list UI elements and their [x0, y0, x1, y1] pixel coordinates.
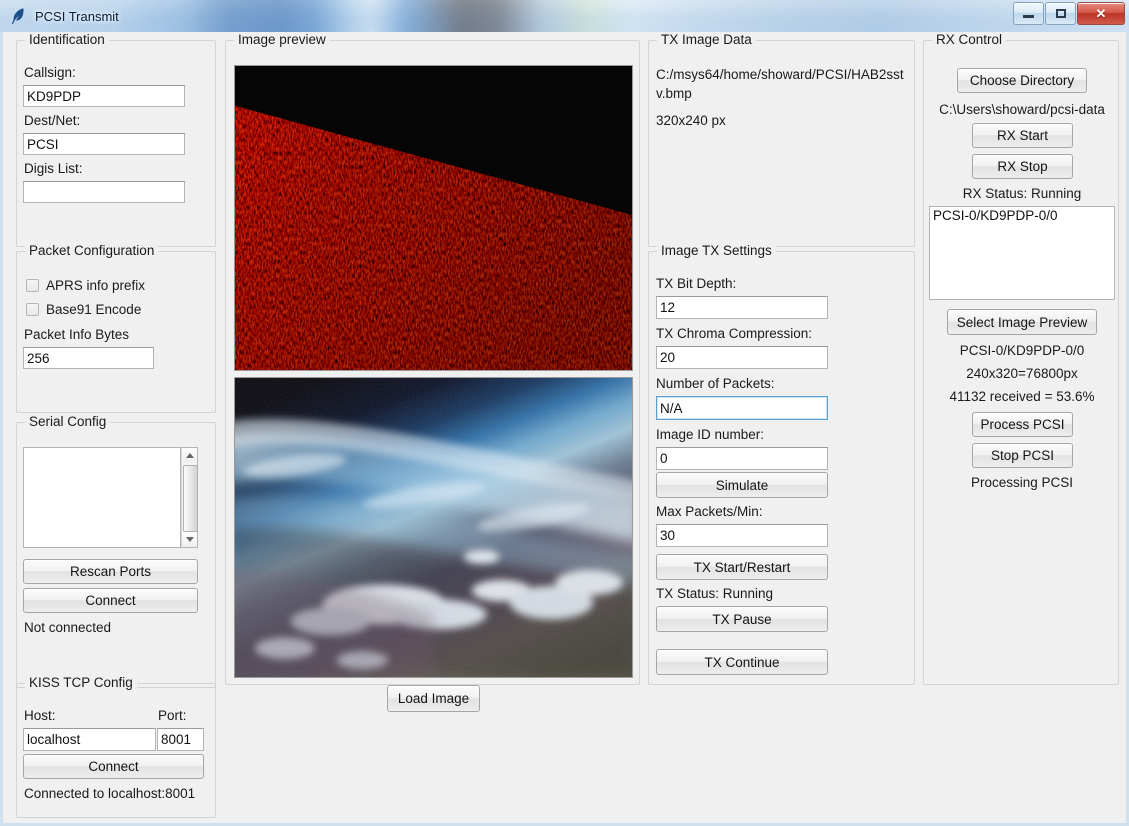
callsign-input[interactable] [23, 85, 185, 107]
host-label: Host: [24, 708, 56, 723]
number-of-packets-input[interactable] [656, 396, 828, 420]
simulate-button[interactable]: Simulate [656, 472, 828, 498]
tx-image-path: C:/msys64/home/showard/PCSI/HAB2sstv.bmp [656, 65, 908, 103]
scroll-down-icon[interactable] [182, 532, 197, 547]
maximize-icon [1056, 9, 1066, 18]
tx-continue-button[interactable]: TX Continue [656, 649, 828, 675]
choose-directory-button[interactable]: Choose Directory [957, 68, 1087, 93]
dest-net-input[interactable] [23, 133, 185, 155]
base91-encode-label: Base91 Encode [46, 302, 141, 317]
select-image-preview-button[interactable]: Select Image Preview [947, 309, 1097, 335]
maximize-button[interactable] [1045, 2, 1076, 25]
scroll-thumb[interactable] [183, 465, 198, 532]
tx-image-preview[interactable] [234, 377, 633, 678]
title-bar-left: PCSI Transmit [10, 0, 119, 32]
rx-directory-text: C:\Users\showard/pcsi-data [924, 102, 1120, 117]
checkbox-icon [26, 303, 39, 316]
tx-image-data-legend: TX Image Data [657, 32, 756, 47]
callsign-label: Callsign: [24, 65, 76, 80]
packet-configuration-legend: Packet Configuration [25, 243, 158, 258]
image-tx-settings-group: Image TX Settings TX Bit Depth: TX Chrom… [648, 251, 915, 685]
rx-received-progress-text: 41132 received = 53.6% [924, 389, 1120, 404]
list-item[interactable]: PCSI-0/KD9PDP-0/0 [930, 207, 1114, 223]
tx-start-restart-button[interactable]: TX Start/Restart [656, 554, 828, 580]
kiss-status-text: Connected to localhost:8001 [24, 786, 195, 801]
kiss-tcp-config-group: KISS TCP Config Host: Port: Connect Conn… [16, 683, 216, 818]
close-icon: ✕ [1096, 7, 1107, 20]
image-id-number-label: Image ID number: [656, 427, 764, 442]
dest-net-label: Dest/Net: [24, 113, 80, 128]
quill-icon [10, 7, 26, 25]
client-area: Identification Callsign: Dest/Net: Digis… [0, 32, 1129, 826]
rx-start-button[interactable]: RX Start [972, 123, 1073, 148]
serial-ports-scrollbar[interactable] [181, 447, 198, 548]
port-input[interactable] [157, 728, 204, 751]
digis-list-label: Digis List: [24, 161, 83, 176]
tx-image-canvas [235, 378, 632, 677]
tx-chroma-compression-label: TX Chroma Compression: [656, 326, 812, 341]
rx-control-legend: RX Control [932, 32, 1006, 47]
aprs-info-prefix-checkbox[interactable]: APRS info prefix [26, 278, 145, 293]
app-window: PCSI Transmit ✕ Identification Callsign:… [0, 0, 1129, 826]
image-preview-legend: Image preview [234, 32, 330, 47]
image-preview-group: Image preview [225, 40, 640, 685]
tx-image-dimensions: 320x240 px [656, 111, 726, 130]
number-of-packets-label: Number of Packets: [656, 376, 775, 391]
rx-images-list[interactable]: PCSI-0/KD9PDP-0/0 [929, 206, 1115, 300]
window-title: PCSI Transmit [35, 9, 119, 24]
identification-group: Identification Callsign: Dest/Net: Digis… [16, 40, 216, 247]
kiss-connect-button[interactable]: Connect [23, 754, 204, 779]
packet-configuration-group: Packet Configuration APRS info prefix Ba… [16, 251, 216, 413]
serial-config-legend: Serial Config [25, 414, 110, 429]
rx-image-preview[interactable] [234, 65, 633, 371]
tx-bit-depth-label: TX Bit Depth: [656, 276, 736, 291]
pcsi-processing-status-text: Processing PCSI [924, 475, 1120, 490]
tx-status-text: TX Status: Running [656, 586, 773, 601]
port-label: Port: [158, 708, 187, 723]
aprs-info-prefix-label: APRS info prefix [46, 278, 145, 293]
rx-selected-id-text: PCSI-0/KD9PDP-0/0 [924, 343, 1120, 358]
window-controls: ✕ [1012, 2, 1125, 25]
minimize-icon [1023, 15, 1034, 18]
packet-info-bytes-label: Packet Info Bytes [24, 327, 129, 342]
digis-list-input[interactable] [23, 181, 185, 203]
title-bar[interactable]: PCSI Transmit ✕ [0, 0, 1129, 33]
image-id-number-input[interactable] [656, 447, 828, 470]
checkbox-icon [26, 279, 39, 292]
kiss-tcp-config-legend: KISS TCP Config [25, 675, 137, 690]
rescan-ports-button[interactable]: Rescan Ports [23, 559, 198, 584]
rx-status-text: RX Status: Running [924, 186, 1120, 201]
serial-ports-list[interactable] [23, 447, 181, 548]
rx-stop-button[interactable]: RX Stop [972, 154, 1073, 179]
identification-legend: Identification [25, 32, 109, 47]
minimize-button[interactable] [1013, 2, 1044, 25]
close-button[interactable]: ✕ [1077, 2, 1125, 25]
load-image-button[interactable]: Load Image [387, 685, 480, 712]
image-tx-settings-legend: Image TX Settings [657, 243, 776, 258]
tx-pause-button[interactable]: TX Pause [656, 606, 828, 632]
serial-connect-button[interactable]: Connect [23, 588, 198, 613]
process-pcsi-button[interactable]: Process PCSI [972, 412, 1073, 437]
max-packets-per-min-label: Max Packets/Min: [656, 504, 763, 519]
tx-bit-depth-input[interactable] [656, 296, 828, 319]
host-input[interactable] [23, 728, 156, 751]
rx-selected-dimensions-text: 240x320=76800px [924, 366, 1120, 381]
scroll-up-icon[interactable] [182, 448, 197, 463]
packet-info-bytes-input[interactable] [23, 347, 154, 369]
max-packets-per-min-input[interactable] [656, 524, 828, 547]
stop-pcsi-button[interactable]: Stop PCSI [972, 443, 1073, 468]
serial-status-text: Not connected [24, 620, 111, 635]
rx-image-canvas [235, 66, 632, 370]
base91-encode-checkbox[interactable]: Base91 Encode [26, 302, 141, 317]
tx-chroma-compression-input[interactable] [656, 346, 828, 369]
serial-config-group: Serial Config Rescan Ports Connect Not c… [16, 422, 216, 688]
tx-image-data-group: TX Image Data C:/msys64/home/showard/PCS… [648, 40, 915, 247]
rx-control-group: RX Control Choose Directory C:\Users\sho… [923, 40, 1119, 685]
